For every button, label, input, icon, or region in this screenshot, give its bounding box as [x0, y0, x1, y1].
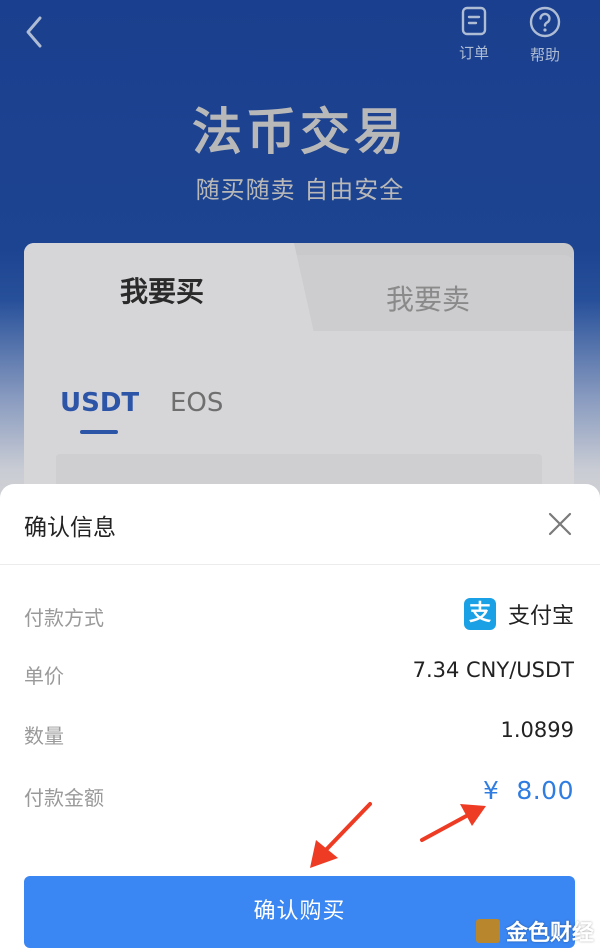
question-circle-icon	[529, 6, 561, 38]
annotation-arrow-icon	[310, 802, 372, 868]
quantity-value: 1.0899	[500, 718, 574, 742]
back-button[interactable]	[20, 14, 52, 50]
sheet-header: 确认信息	[0, 484, 600, 565]
page-title: 法币交易	[192, 103, 408, 161]
watermark: 金色财经	[476, 916, 594, 946]
annotation-arrow-icon	[420, 804, 486, 842]
help-label: 帮助	[529, 46, 560, 64]
payment-method-row: 付款方式 支 支付宝	[24, 594, 574, 634]
confirm-sheet: 确认信息 付款方式 支 支付宝 单价 7.34 CNY/USDT 数量 1.08…	[0, 484, 600, 952]
alipay-icon: 支	[463, 598, 496, 630]
watermark-logo-icon	[476, 919, 500, 943]
page-subtitle: 随买随卖 自由安全	[195, 176, 405, 204]
payment-method-name: 支付宝	[507, 604, 574, 629]
sheet-title: 确认信息	[24, 515, 116, 541]
close-icon	[548, 512, 572, 536]
watermark-text: 金色财经	[506, 921, 595, 946]
price-value: 7.34 CNY/USDT	[412, 658, 574, 682]
coin-tab-usdt[interactable]: USDT	[60, 388, 139, 418]
amount-label: 付款金额	[24, 786, 104, 810]
orders-label: 订单	[458, 44, 489, 62]
orders-button[interactable]: 订单	[452, 6, 496, 66]
price-label: 单价	[24, 664, 64, 688]
help-button[interactable]: 帮助	[523, 6, 567, 66]
tab-sell-label[interactable]: 我要卖	[386, 278, 470, 318]
payment-method-value: 支 支付宝	[463, 594, 574, 634]
coin-tab-eos[interactable]: EOS	[170, 388, 223, 418]
chevron-left-icon	[26, 16, 42, 48]
amount-value: ¥ 8.00	[483, 776, 574, 805]
quantity-row: 数量 1.0899	[24, 712, 574, 752]
document-icon	[461, 6, 487, 36]
tab-buy-label[interactable]: 我要买	[120, 270, 204, 310]
price-row: 单价 7.34 CNY/USDT	[24, 652, 574, 692]
coin-tab-indicator	[80, 430, 118, 434]
close-button[interactable]	[542, 506, 578, 542]
quantity-label: 数量	[24, 724, 64, 748]
payment-method-label: 付款方式	[24, 606, 104, 630]
